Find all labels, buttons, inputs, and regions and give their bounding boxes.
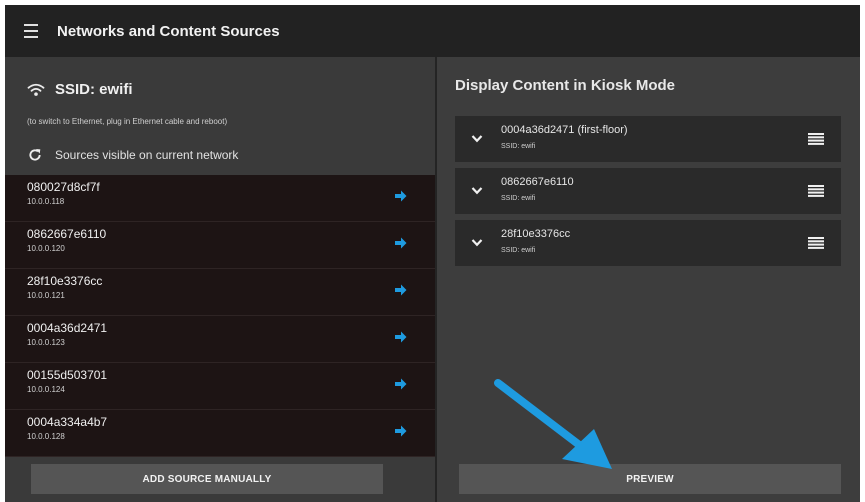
arrow-right-icon[interactable]: [395, 331, 407, 343]
sources-header: Sources visible on current network: [27, 147, 238, 163]
kiosk-item-ssid: SSID: ewifi: [501, 247, 536, 254]
source-ip: 10.0.0.124: [27, 385, 65, 394]
source-item[interactable]: 0862667e6110 10.0.0.120: [5, 222, 435, 269]
wifi-icon: [27, 83, 45, 96]
kiosk-item[interactable]: 0004a36d2471 (first-floor) SSID: ewifi: [455, 116, 841, 162]
arrow-right-icon[interactable]: [395, 237, 407, 249]
annotation-arrow-icon: [494, 379, 612, 469]
source-ip: 10.0.0.121: [27, 291, 65, 300]
arrow-right-icon[interactable]: [395, 284, 407, 296]
source-id: 28f10e3376cc: [27, 274, 103, 288]
source-item[interactable]: 0004a36d2471 10.0.0.123: [5, 316, 435, 363]
source-list[interactable]: 080027d8cf7f 10.0.0.118 0862667e6110 10.…: [5, 175, 435, 457]
source-id: 0004a36d2471: [27, 321, 108, 335]
kiosk-item-name: 28f10e3376cc: [501, 228, 571, 240]
kiosk-item[interactable]: 28f10e3376cc SSID: ewifi: [455, 220, 841, 266]
sources-label: Sources visible on current network: [55, 148, 239, 162]
kiosk-item-name: 0862667e6110: [501, 176, 574, 188]
drag-handle-icon[interactable]: [808, 133, 824, 145]
source-id: 0004a334a4b7: [27, 415, 108, 429]
chevron-down-icon[interactable]: [471, 134, 483, 144]
arrow-right-icon[interactable]: [395, 190, 407, 202]
ssid-row: SSID: ewifi: [27, 81, 133, 98]
source-id: 080027d8cf7f: [27, 180, 100, 194]
refresh-icon[interactable]: [27, 147, 43, 163]
page-title: Networks and Content Sources: [57, 22, 280, 40]
source-id: 0862667e6110: [27, 227, 107, 241]
arrow-right-icon[interactable]: [395, 425, 407, 437]
app-bar: Networks and Content Sources: [5, 5, 860, 57]
source-id: 00155d503701: [27, 368, 108, 382]
kiosk-item-ssid: SSID: ewifi: [501, 143, 536, 150]
chevron-down-icon[interactable]: [471, 238, 483, 248]
source-item[interactable]: 080027d8cf7f 10.0.0.118: [5, 175, 435, 222]
source-item[interactable]: 0004a334a4b7 10.0.0.128: [5, 410, 435, 457]
source-item[interactable]: 00155d503701 10.0.0.124: [5, 363, 435, 410]
source-ip: 10.0.0.120: [27, 244, 65, 253]
drag-handle-icon[interactable]: [808, 237, 824, 249]
arrow-right-icon[interactable]: [395, 378, 407, 390]
hamburger-menu-icon[interactable]: [11, 5, 51, 57]
source-item[interactable]: 28f10e3376cc 10.0.0.121: [5, 269, 435, 316]
network-panel: SSID: ewifi (to switch to Ethernet, plug…: [5, 57, 435, 502]
app-screen: Networks and Content Sources SSID: ewifi…: [5, 5, 860, 502]
source-ip: 10.0.0.123: [27, 338, 65, 347]
drag-handle-icon[interactable]: [808, 185, 824, 197]
source-ip: 10.0.0.128: [27, 432, 65, 441]
kiosk-title: Display Content in Kiosk Mode: [455, 77, 676, 94]
chevron-down-icon[interactable]: [471, 186, 483, 196]
ethernet-hint: (to switch to Ethernet, plug in Ethernet…: [27, 117, 228, 126]
source-ip: 10.0.0.118: [27, 197, 65, 206]
kiosk-item[interactable]: 0862667e6110 SSID: ewifi: [455, 168, 841, 214]
kiosk-item-name: 0004a36d2471 (first-floor): [501, 124, 628, 136]
ssid-label: SSID: ewifi: [55, 81, 133, 98]
kiosk-item-ssid: SSID: ewifi: [501, 195, 536, 202]
add-source-button[interactable]: ADD SOURCE MANUALLY: [31, 464, 383, 494]
